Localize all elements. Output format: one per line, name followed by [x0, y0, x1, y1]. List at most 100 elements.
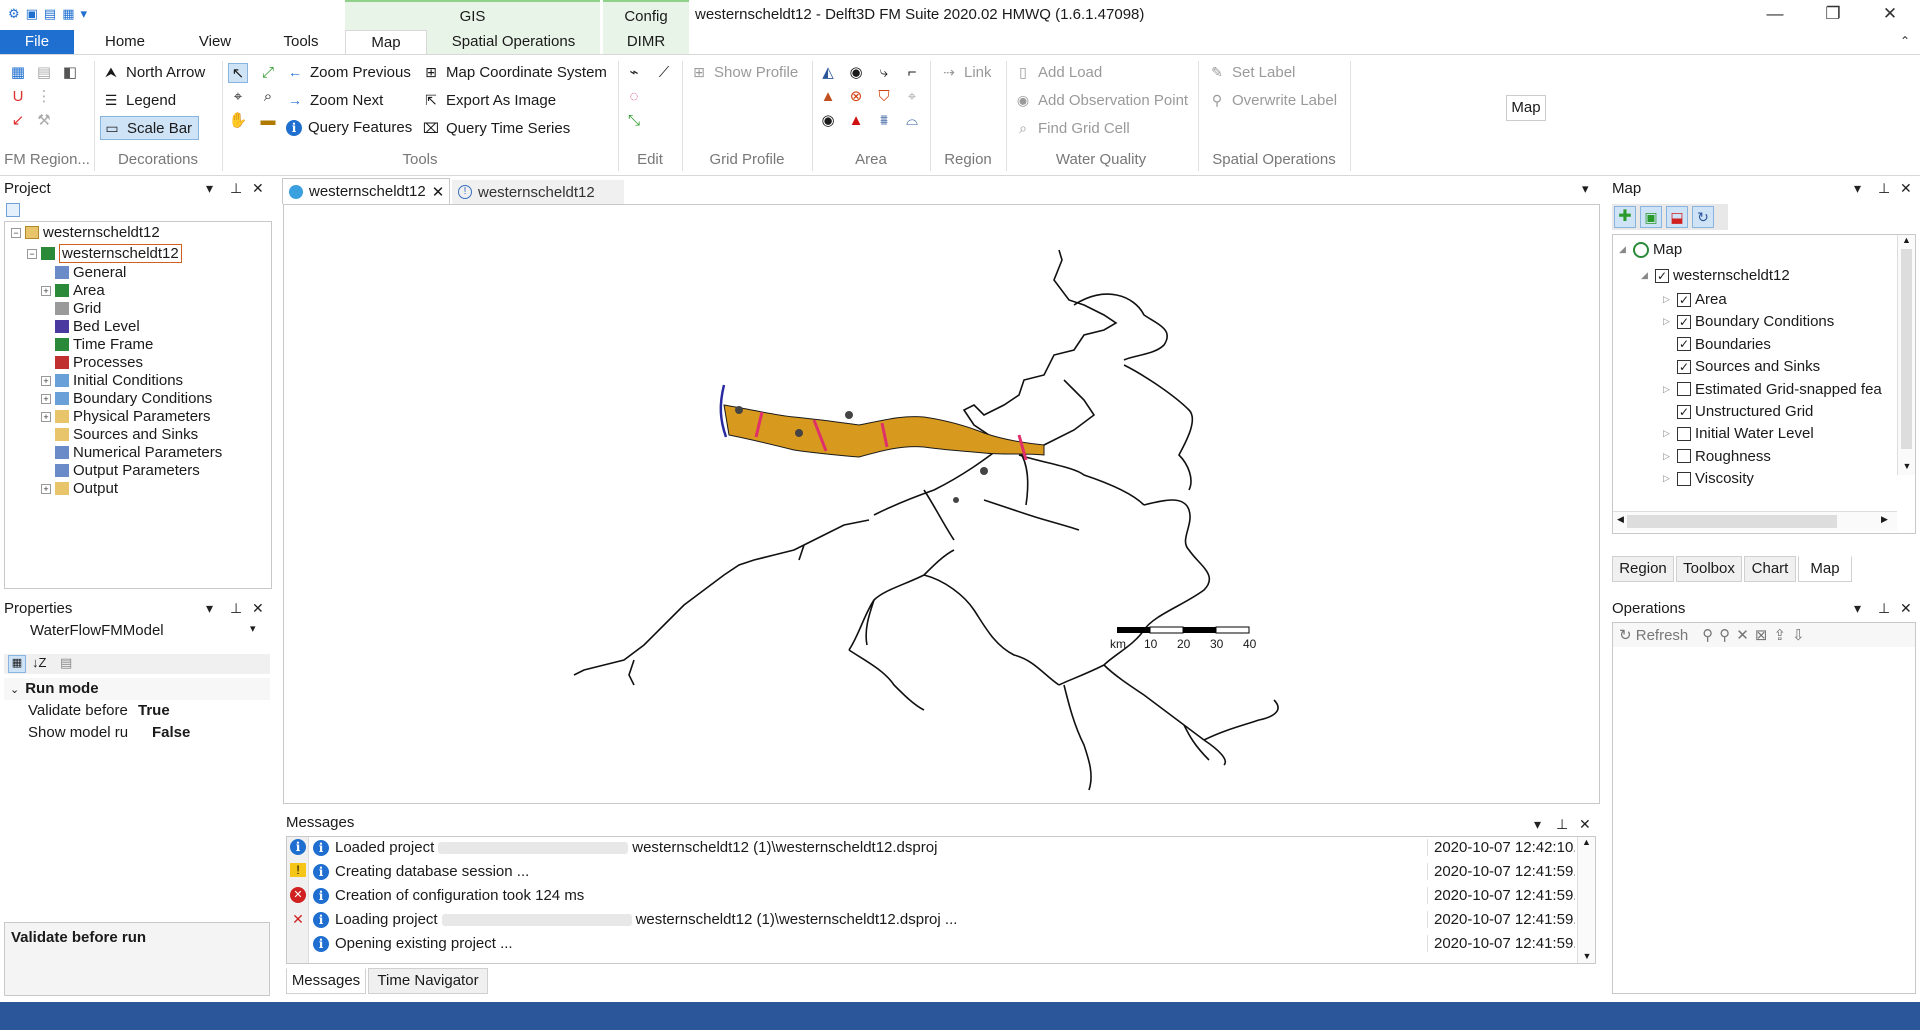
operation-icon-6[interactable]: ⇩ [1792, 626, 1805, 644]
zoom-next-button[interactable]: → Zoom Next [286, 91, 383, 109]
pin-icon[interactable]: ⊥ [230, 600, 242, 617]
layer-item[interactable]: ▷✓Sources and Sinks [1663, 358, 1820, 375]
project-item[interactable]: Numerical Parameters [55, 444, 222, 461]
area-icon-8[interactable]: ⌖ [902, 87, 922, 107]
layer-checkbox[interactable] [1677, 449, 1691, 464]
pin-icon[interactable]: ⊥ [1556, 816, 1568, 833]
fm-region-icon-2[interactable]: ▤ [34, 63, 54, 83]
project-item[interactable]: Bed Level [55, 318, 140, 335]
layer-item[interactable]: ▷ ✓ Boundary Conditions [1663, 313, 1834, 330]
tab-chart[interactable]: Chart [1744, 556, 1796, 582]
close-icon[interactable]: ✕ [1900, 180, 1912, 197]
tab-file[interactable]: File [0, 30, 74, 54]
expand-icon[interactable]: ▷ [1663, 451, 1673, 462]
layer-checkbox[interactable]: ✓ [1677, 314, 1691, 329]
add-load-button[interactable]: ▯ Add Load [1014, 63, 1102, 81]
close-button[interactable]: ✕ [1880, 4, 1900, 24]
quick-access-icons[interactable]: ⚙▣▤▦▾ [8, 6, 93, 22]
properties-object[interactable]: WaterFlowFMModel [30, 622, 164, 639]
doc-tab[interactable]: ! westernscheldt12 [452, 180, 624, 204]
gate-icon[interactable]: ⛉ [874, 87, 894, 107]
fm-region-icon-5[interactable]: ⋮ [34, 87, 54, 107]
add-layer-icon[interactable]: ✚ [1614, 206, 1636, 228]
dropdown-icon[interactable]: ▾ [206, 180, 213, 197]
expand-icon[interactable]: + [41, 393, 51, 404]
select-region-icon[interactable]: ⌖ [228, 87, 248, 107]
layer-item[interactable]: ▷ ✓ Area [1663, 291, 1727, 308]
operation-icon-2[interactable]: ⚲ [1719, 626, 1730, 644]
project-item[interactable]: + Area [41, 282, 105, 299]
layer-item[interactable]: ▷ Roughness [1663, 448, 1771, 465]
export-as-image-button[interactable]: ⇱ Export As Image [422, 91, 556, 109]
property-row[interactable]: Validate before True [4, 702, 270, 722]
bridge-icon[interactable]: ⩩ [874, 111, 894, 131]
expand-icon[interactable]: + [41, 411, 51, 422]
clear-messages-icon[interactable]: ✕ [290, 911, 306, 927]
set-label-button[interactable]: ✎ Set Label [1208, 63, 1295, 81]
zoom-extents-icon[interactable]: ⤢ [258, 63, 278, 83]
layer-item[interactable]: ▷ Viscosity [1663, 470, 1754, 487]
scroll-thumb[interactable] [1901, 249, 1912, 449]
layer-item[interactable]: ▷✓Boundaries [1663, 336, 1771, 353]
tab-view[interactable]: View [180, 30, 250, 54]
operation-icon-4[interactable]: ⊠ [1755, 626, 1768, 644]
doc-tab-active[interactable]: westernscheldt12 ✕ [282, 178, 450, 204]
expand-icon[interactable]: ▷ [1663, 384, 1673, 395]
dam-icon[interactable]: ▲ [818, 87, 838, 107]
edit-line-icon[interactable]: ⟋ [654, 63, 674, 83]
tab-spatial-operations[interactable]: Spatial Operations [427, 30, 600, 54]
project-item[interactable]: Grid [55, 300, 101, 317]
filter-info-icon[interactable]: i [290, 839, 306, 855]
scroll-right-icon[interactable]: ▶ [1881, 514, 1888, 525]
expand-icon[interactable]: + [41, 375, 51, 386]
restore-button[interactable]: ❐ [1823, 4, 1843, 24]
map-button[interactable]: Map [1506, 95, 1546, 121]
layer-item[interactable]: ▷ Initial Water Level [1663, 425, 1814, 442]
layer-scrollbar[interactable]: ▲ ▼ [1897, 235, 1915, 475]
scroll-up-icon[interactable]: ▲ [1578, 837, 1595, 847]
zoom-previous-button[interactable]: ← Zoom Previous [286, 63, 411, 81]
filter-warning-icon[interactable]: ! [290, 863, 306, 877]
filter-error-icon[interactable]: ✕ [290, 887, 306, 903]
dropdown-icon[interactable]: ▾ [1854, 180, 1861, 197]
message-row[interactable]: i Creation of configuration took 124 ms 20… [313, 887, 1575, 907]
pin-icon[interactable]: ⊥ [230, 180, 242, 197]
tab-tools[interactable]: Tools [266, 30, 336, 54]
layer-root[interactable]: ◢ Map [1619, 241, 1682, 258]
layer-group[interactable]: ◢ ✓ westernscheldt12 [1641, 267, 1790, 284]
tab-map[interactable]: Map [345, 30, 427, 54]
tab-dimr[interactable]: DIMR [603, 30, 689, 54]
property-row[interactable]: Show model ru False [4, 724, 270, 744]
message-row[interactable]: i Loading project westernscheldt12 (1)\wes… [313, 911, 1575, 931]
project-item[interactable]: Output Parameters [55, 462, 200, 479]
refresh-button[interactable]: ↻ Refresh [1619, 626, 1688, 644]
messages-scrollbar[interactable]: ▲ ▼ [1577, 837, 1595, 963]
expand-icon[interactable]: + [41, 285, 51, 296]
expand-icon[interactable]: ▷ [1663, 294, 1673, 305]
dropdown-icon[interactable]: ▾ [1854, 600, 1861, 617]
operation-icon-5[interactable]: ⇪ [1773, 626, 1786, 644]
layer-checkbox[interactable] [1677, 471, 1691, 486]
select-pointer-icon[interactable]: ↖ [228, 63, 248, 83]
property-pages-icon[interactable]: ▤ [60, 655, 72, 671]
scroll-left-icon[interactable]: ◀ [1617, 514, 1624, 525]
hscroll-thumb[interactable] [1627, 515, 1837, 528]
link-button[interactable]: ⇢ Link [940, 63, 991, 81]
delete-icon[interactable]: ✕ [1736, 626, 1749, 644]
expand-icon[interactable]: ▷ [1663, 428, 1673, 439]
minimize-button[interactable]: — [1765, 4, 1785, 24]
expand-icon[interactable]: ▷ [1663, 473, 1673, 484]
scroll-down-icon[interactable]: ▼ [1898, 461, 1915, 471]
layer-checkbox[interactable]: ✓ [1677, 359, 1691, 374]
fm-region-icon-3[interactable]: ◧ [60, 63, 80, 83]
tab-toolbox[interactable]: Toolbox [1676, 556, 1742, 582]
expand-icon[interactable]: ▷ [1663, 316, 1673, 327]
layer-item[interactable]: ▷ Estimated Grid-snapped fea [1663, 381, 1882, 398]
expand-icon[interactable]: + [41, 483, 51, 494]
pump-icon[interactable]: ⊗ [846, 87, 866, 107]
project-item[interactable]: Time Frame [55, 336, 153, 353]
weir-icon[interactable]: ▲ [846, 111, 866, 131]
ribbon-collapse-icon[interactable]: ⌃ [1895, 34, 1915, 48]
dropdown-icon[interactable]: ▾ [206, 600, 213, 617]
tab-home[interactable]: Home [90, 30, 160, 54]
